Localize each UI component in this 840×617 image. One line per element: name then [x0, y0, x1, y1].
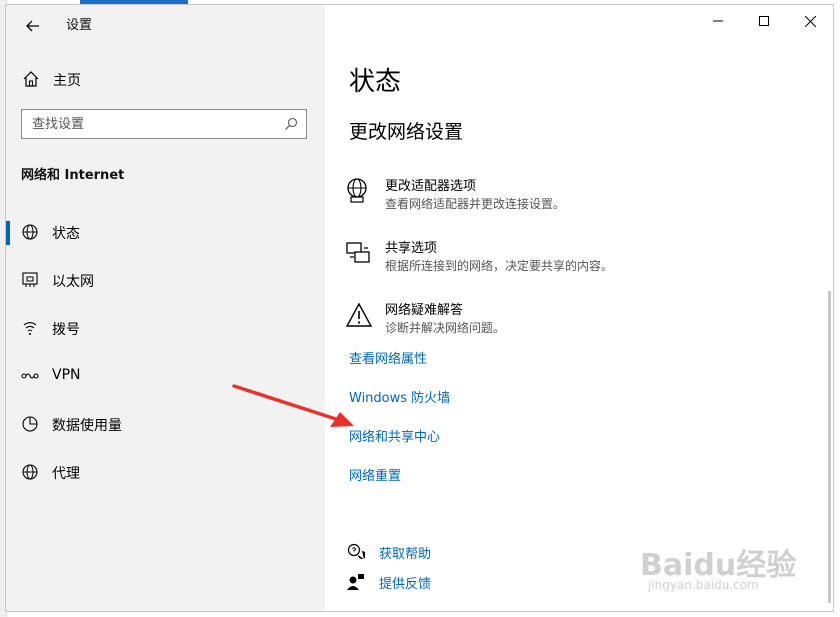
sidebar-item-label: VPN	[52, 367, 81, 383]
dialup-icon	[23, 322, 37, 335]
feedback-label: 提供反馈	[379, 577, 432, 592]
help-chat-icon	[347, 543, 365, 559]
home-icon	[23, 71, 39, 87]
option-sharing[interactable]: 共享选项 根据所连接到的网络，决定要共享的内容。	[345, 237, 745, 287]
sidebar-section-title: 网络和 Internet	[21, 168, 125, 183]
active-indicator	[6, 221, 10, 245]
get-help-link[interactable]: 获取帮助	[347, 541, 547, 563]
sidebar-item-dialup[interactable]: 拨号	[6, 307, 325, 347]
settings-window: 设置 主页 网络和 Internet 状态	[5, 4, 834, 612]
search-box[interactable]	[21, 109, 307, 139]
sharing-icon	[346, 242, 370, 263]
main-content: 状态 更改网络设置 更改适配器选项 查看网络适配器并更改连接设置。 共享选项 根…	[325, 5, 833, 611]
option-adapter[interactable]: 更改适配器选项 查看网络适配器并更改连接设置。	[345, 175, 745, 225]
app-title: 设置	[66, 18, 93, 33]
close-icon	[804, 15, 816, 27]
scrollbar[interactable]	[828, 291, 831, 603]
watermark: Baidu经验 jingyan.baidu.com	[640, 540, 800, 600]
data-usage-icon	[22, 416, 38, 432]
sidebar-item-label: 拨号	[52, 322, 80, 338]
globe-icon	[22, 224, 38, 240]
close-button[interactable]	[787, 5, 833, 37]
option-desc: 诊断并解决网络问题。	[385, 321, 506, 335]
get-help-label: 获取帮助	[379, 547, 432, 562]
link-network-reset[interactable]: 网络重置	[349, 465, 401, 484]
sidebar-item-ethernet[interactable]: 以太网	[6, 259, 325, 299]
annotation-arrow	[232, 384, 354, 427]
link-network-sharing-center[interactable]: 网络和共享中心	[349, 426, 440, 445]
sidebar-item-label: 代理	[52, 466, 80, 482]
page-title: 状态	[349, 67, 402, 97]
globe-icon	[22, 464, 38, 480]
watermark-url: jingyan.baidu.com	[648, 578, 759, 592]
option-desc: 根据所连接到的网络，决定要共享的内容。	[385, 259, 614, 273]
sidebar-item-label: 以太网	[52, 274, 94, 290]
feedback-link[interactable]: 提供反馈	[347, 571, 547, 593]
back-arrow-icon	[26, 20, 39, 32]
section-title: 更改网络设置	[349, 121, 464, 143]
sidebar-item-home[interactable]: 主页	[6, 63, 325, 95]
minimize-icon	[713, 20, 723, 22]
search-input[interactable]	[22, 110, 282, 138]
feedback-icon	[347, 574, 364, 590]
option-title: 共享选项	[385, 241, 438, 256]
link-windows-firewall[interactable]: Windows 防火墙	[349, 387, 450, 406]
ethernet-icon	[22, 272, 38, 287]
back-button[interactable]	[18, 11, 48, 41]
search-icon[interactable]	[284, 117, 298, 131]
link-network-properties[interactable]: 查看网络属性	[349, 348, 427, 367]
option-title: 网络疑难解答	[385, 303, 464, 318]
minimize-button[interactable]	[695, 5, 741, 37]
sidebar-item-label: 数据使用量	[52, 418, 122, 434]
sidebar-item-proxy[interactable]: 代理	[6, 451, 325, 491]
sidebar-item-label: 状态	[52, 226, 80, 242]
maximize-icon	[759, 16, 769, 26]
option-troubleshoot[interactable]: 网络疑难解答 诊断并解决网络问题。	[345, 299, 745, 349]
sidebar-item-status[interactable]: 状态	[6, 211, 325, 251]
sidebar-item-label: 主页	[53, 73, 81, 89]
sidebar: 设置 主页 网络和 Internet 状态	[6, 5, 325, 611]
adapter-icon	[347, 178, 367, 203]
maximize-button[interactable]	[741, 5, 787, 37]
vpn-icon	[21, 373, 39, 379]
option-title: 更改适配器选项	[385, 179, 477, 194]
warning-icon	[345, 302, 373, 327]
option-desc: 查看网络适配器并更改连接设置。	[385, 197, 566, 211]
